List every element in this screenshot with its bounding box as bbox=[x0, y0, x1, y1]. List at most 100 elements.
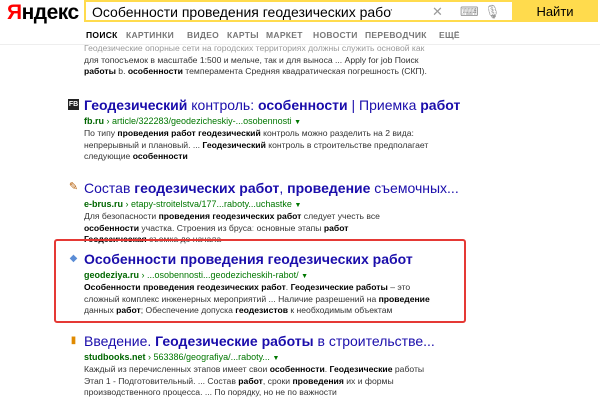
snip-text: производственного процесса. ... По поряд… bbox=[84, 387, 337, 398]
top-snippet: Геодезические опорные сети на городских … bbox=[84, 43, 484, 81]
top-snippet-bold: особенности bbox=[127, 66, 183, 77]
snip-bold: особенности bbox=[269, 364, 325, 374]
snip-text: Для безопасности bbox=[84, 211, 159, 221]
result-title-part: , bbox=[279, 180, 288, 196]
snip-bold: работ bbox=[323, 222, 349, 233]
result-url-domain: fb.ru bbox=[84, 116, 104, 126]
top-snippet-line: Геодезические опорные сети на городских … bbox=[84, 43, 484, 55]
search-result: ▮ Введение. Геодезические работы в строи… bbox=[68, 332, 488, 402]
snip-bold: особенности bbox=[132, 151, 188, 162]
diamond-favicon-icon: ◆ bbox=[69, 253, 78, 264]
tab-video[interactable]: ВИДЕО bbox=[187, 30, 219, 40]
snip-text: их и формы bbox=[343, 375, 394, 386]
snip-text: непрерывный и плановый. ... bbox=[84, 139, 203, 150]
snip-text: По типу bbox=[84, 128, 118, 138]
url-dropdown-icon[interactable]: ▼ bbox=[294, 202, 301, 209]
tab-images[interactable]: КАРТИНКИ bbox=[126, 30, 174, 40]
result-title-part: Особенности проведения геодезических раб… bbox=[84, 251, 413, 267]
tab-translate[interactable]: ПЕРЕВОДЧИК bbox=[365, 30, 427, 40]
tab-more[interactable]: ЕЩЁ bbox=[439, 30, 460, 40]
search-result: FB Геодезический контроль: особенности |… bbox=[68, 96, 488, 166]
snip-bold: Геодезические работы bbox=[290, 282, 388, 292]
search-result-highlighted: ◆ Особенности проведения геодезических р… bbox=[68, 250, 488, 320]
top-snippet-line: работы b. особенности темперамента Средн… bbox=[84, 66, 484, 78]
result-url-domain: studbooks.net bbox=[84, 352, 146, 362]
snip-text: ; Обеспечение допуска bbox=[140, 305, 236, 316]
snip-text: следует учесть все bbox=[301, 211, 380, 221]
snip-bold: Геодезические bbox=[329, 364, 393, 374]
result-url-domain: geodeziya.ru bbox=[84, 270, 140, 280]
url-dropdown-icon[interactable]: ▼ bbox=[272, 355, 279, 362]
snip-bold: работ bbox=[116, 305, 141, 316]
result-url-path: › 563386/geografiya/...raboty... bbox=[145, 352, 270, 362]
result-url[interactable]: studbooks.net › 563386/geografiya/...rab… bbox=[84, 351, 279, 365]
result-title-link[interactable]: Введение. Геодезические работы в строите… bbox=[84, 332, 435, 350]
result-title-part: съемочных... bbox=[370, 180, 459, 196]
result-title-part: . bbox=[147, 333, 156, 349]
result-url-path: › etapy-stroitelstva/177...raboty...ucha… bbox=[123, 199, 292, 209]
result-url[interactable]: fb.ru › article/322283/geodezicheskiy-..… bbox=[84, 115, 301, 129]
tools-favicon-icon: ✎ bbox=[68, 181, 79, 193]
snip-text: работы bbox=[392, 364, 425, 374]
snip-bold: проведения работ геодезический bbox=[117, 128, 261, 138]
snip-bold: проведения геодезических работ bbox=[158, 211, 302, 221]
tab-market[interactable]: МАРКЕТ bbox=[266, 30, 303, 40]
result-title-part: проведение bbox=[287, 180, 371, 196]
result-url[interactable]: geodeziya.ru › ...osobennosti...geodezic… bbox=[84, 269, 308, 283]
snip-bold: Особенности проведения геодезических раб… bbox=[84, 282, 286, 292]
result-title-link[interactable]: Состав геодезических работ, проведение с… bbox=[84, 179, 459, 197]
snip-bold: геодезистов bbox=[235, 305, 288, 316]
result-snippet: Каждый из перечисленных этапов имеет сво… bbox=[84, 364, 484, 399]
url-dropdown-icon[interactable]: ▼ bbox=[301, 273, 308, 280]
clear-icon[interactable]: ✕ bbox=[432, 5, 443, 19]
result-title-part: Введение bbox=[84, 333, 148, 349]
result-url-domain: e-brus.ru bbox=[84, 199, 124, 209]
snip-bold: особенности bbox=[84, 222, 140, 233]
fb-favicon-icon: FB bbox=[68, 99, 79, 110]
snip-text: данных bbox=[84, 305, 117, 316]
url-dropdown-icon[interactable]: ▼ bbox=[294, 119, 301, 126]
result-title-part: Состав bbox=[84, 180, 135, 196]
keyboard-icon[interactable]: ⌨ bbox=[460, 5, 479, 19]
snip-bold: работ bbox=[238, 375, 263, 386]
result-title-part: Геодезические работы bbox=[155, 333, 314, 349]
result-snippet: По типу проведения работ геодезический к… bbox=[84, 128, 484, 163]
tab-search[interactable]: ПОИСК bbox=[86, 30, 118, 40]
result-title-part: контроль: bbox=[187, 97, 258, 113]
result-title-part: работ bbox=[420, 97, 461, 113]
search-button[interactable]: Найти bbox=[512, 0, 598, 22]
logo-first-letter: Я bbox=[7, 1, 22, 24]
snip-text: участка. Строения из брусаː основные эта… bbox=[139, 222, 324, 233]
top-snippet-line: для топосъемок в масштабе 1:500 и мельче… bbox=[84, 55, 484, 67]
snip-bold: Геодезический bbox=[202, 139, 266, 150]
result-title-part: Геодезический bbox=[84, 97, 188, 113]
logo-rest: ндекс bbox=[21, 1, 80, 24]
snip-text: сложный комплекс инженерных мероприятий … bbox=[84, 293, 379, 304]
snip-text: Этап 1 - Подготовительный. ... Состав bbox=[84, 375, 239, 386]
snip-text: – это bbox=[387, 282, 411, 292]
header: Яндекс ✕ ⌨ 🎙 Найти ПОИСК КАРТИНКИ ВИДЕО … bbox=[0, 0, 600, 44]
search-input[interactable] bbox=[92, 3, 392, 21]
result-title-part: геодезических работ bbox=[134, 180, 280, 196]
search-box[interactable]: ✕ ⌨ 🎙 bbox=[84, 0, 512, 22]
result-title-link[interactable]: Геодезический контроль: особенности | Пр… bbox=[84, 96, 460, 114]
top-snippet-bold: работы bbox=[84, 66, 116, 77]
result-url-path: › article/322283/geodezicheskiy-...osobe… bbox=[104, 116, 292, 126]
top-snippet-text: b. bbox=[115, 66, 128, 77]
snip-text: Каждый из перечисленных этапов имеет сво… bbox=[84, 364, 270, 374]
snip-text: следующие bbox=[84, 151, 133, 162]
bar-chart-favicon-icon: ▮ bbox=[70, 335, 77, 346]
microphone-icon[interactable]: 🎙 bbox=[484, 5, 501, 19]
result-title-link[interactable]: Особенности проведения геодезических раб… bbox=[84, 250, 413, 268]
snip-bold: проведение bbox=[378, 293, 430, 304]
top-snippet-text: Геодезические опорные сети на городских … bbox=[84, 43, 425, 53]
tab-news[interactable]: НОВОСТИ bbox=[313, 30, 358, 40]
result-title-part: в строительстве... bbox=[313, 333, 435, 349]
tab-maps[interactable]: КАРТЫ bbox=[227, 30, 259, 40]
top-snippet-text: для топосъемок в масштабе 1:500 и мельче… bbox=[84, 54, 419, 65]
snip-text: к необходимым объектам bbox=[288, 305, 393, 316]
snip-text: контроль можно разделить на 2 вида: bbox=[260, 128, 414, 138]
top-snippet-text: темперамента Средняя квадратическая погр… bbox=[182, 66, 427, 77]
yandex-logo[interactable]: Яндекс bbox=[7, 1, 79, 25]
result-url[interactable]: e-brus.ru › etapy-stroitelstva/177...rab… bbox=[84, 198, 301, 212]
